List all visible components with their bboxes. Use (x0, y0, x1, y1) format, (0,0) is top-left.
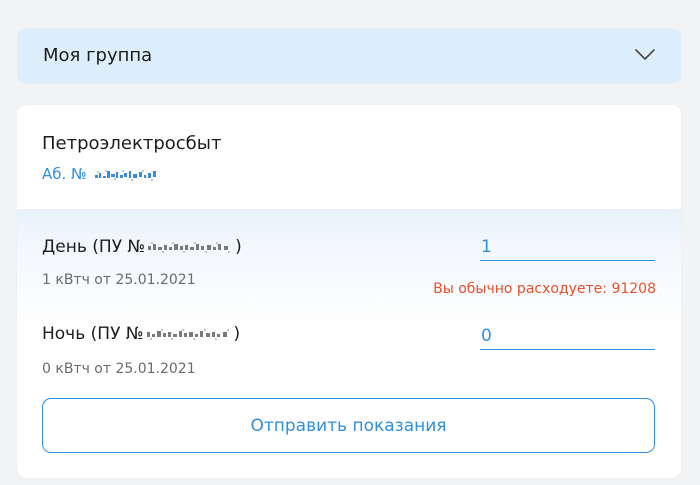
meter-card: Петроэлектросбыт Аб. № День (ПУ №) 1 кВ… (17, 105, 681, 478)
readings-section: День (ПУ № ) 1 кВтч от 25.01.2021 1 Вы о… (17, 209, 681, 478)
chevron-down-icon (635, 49, 655, 60)
redacted-meter-number (148, 242, 231, 253)
meter-day-name: День (ПУ № ) (42, 237, 242, 257)
meter-night-reading-input[interactable] (480, 322, 655, 350)
group-dropdown[interactable]: Моя группа (17, 28, 681, 84)
meter-day-suffix: ) (235, 237, 242, 257)
meter-day-reading-input[interactable] (480, 233, 655, 261)
provider-name: Петроэлектросбыт (42, 133, 222, 154)
account-number: Аб. № (42, 165, 167, 183)
account-prefix: Аб. № (42, 165, 87, 183)
meter-night-last-reading: 0 кВтч от 25.01.2021 (42, 361, 196, 377)
submit-readings-button[interactable]: Отправить показания (42, 398, 655, 453)
card-header: Петроэлектросбыт Аб. № (17, 105, 681, 209)
meter-night-name: Ночь (ПУ № ) (42, 324, 240, 344)
meter-day-prefix: День (ПУ № (42, 237, 146, 257)
redacted-account-number (95, 169, 157, 181)
meter-night-suffix: ) (233, 324, 241, 344)
redacted-meter-number (146, 329, 229, 340)
usage-warning: Вы обычно расходуете: 91208 (433, 281, 656, 297)
group-dropdown-label: Моя группа (43, 45, 153, 66)
meter-day-last-reading: 1 кВтч от 25.01.2021 (42, 272, 196, 288)
meter-night-prefix: Ночь (ПУ № (42, 324, 144, 344)
